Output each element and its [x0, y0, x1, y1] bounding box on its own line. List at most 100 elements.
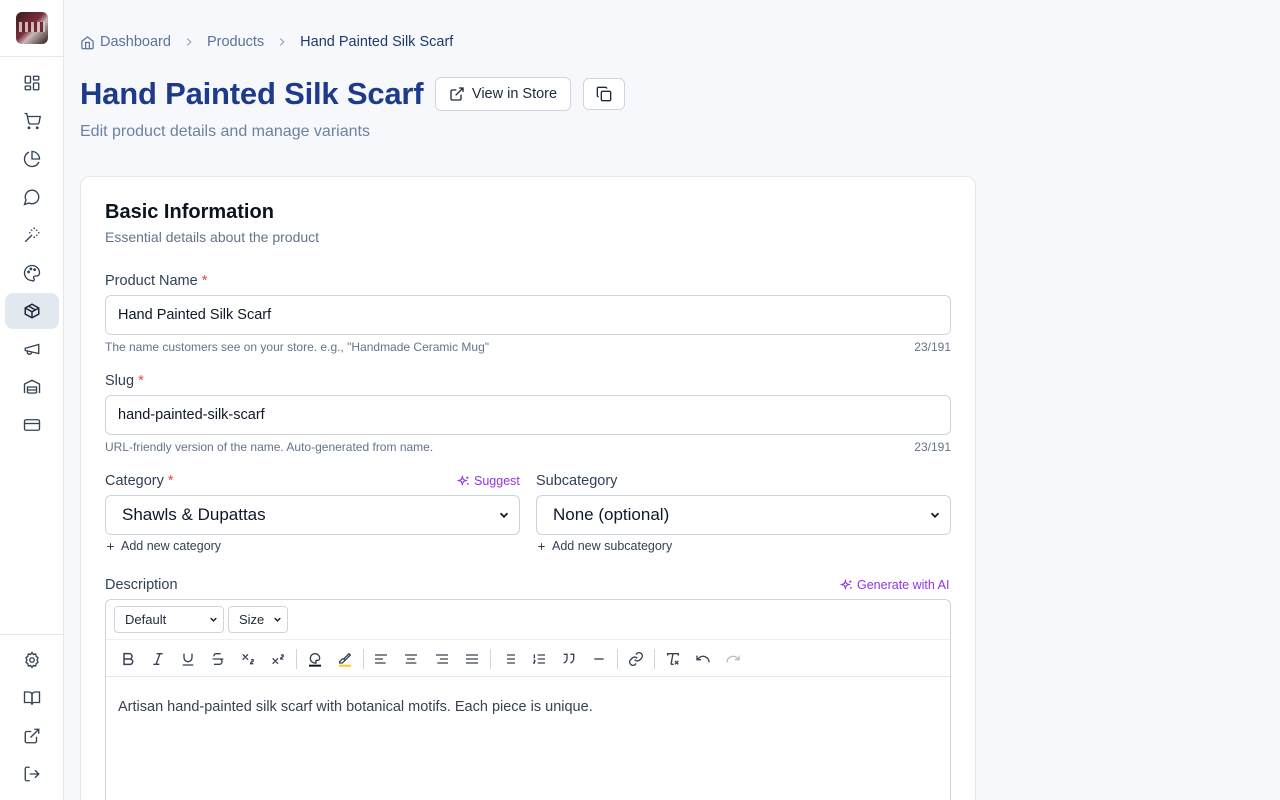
external-link-icon — [24, 728, 40, 744]
subcategory-select[interactable]: None (optional) — [536, 495, 951, 535]
undo-icon[interactable] — [694, 650, 712, 668]
toolbar-divider — [490, 649, 491, 669]
chevron-down-icon — [499, 512, 509, 518]
bold-icon[interactable] — [119, 650, 137, 668]
magic-wand-icon — [24, 227, 40, 243]
italic-icon[interactable] — [149, 650, 167, 668]
suggest-category-button[interactable]: Suggest — [457, 474, 520, 488]
highlight-icon[interactable] — [336, 650, 354, 668]
sparkles-icon — [457, 474, 469, 486]
product-name-hint: The name customers see on your store. e.… — [105, 340, 490, 354]
sidebar-item-logout[interactable] — [5, 756, 59, 792]
book-icon — [23, 691, 41, 705]
palette-icon — [23, 264, 41, 282]
sidebar-item-billing[interactable] — [5, 407, 59, 443]
chevron-right-icon — [275, 35, 289, 49]
package-icon — [24, 303, 40, 319]
sidebar-item-inventory[interactable] — [5, 369, 59, 405]
sidebar-divider — [0, 56, 64, 57]
add-subcategory-link[interactable]: Add new subcategory — [536, 539, 672, 553]
breadcrumb-products[interactable]: Products — [207, 34, 264, 50]
text-color-icon[interactable] — [306, 650, 324, 668]
category-select[interactable]: Shawls & Dupattas — [105, 495, 520, 535]
toolbar-divider — [654, 649, 655, 669]
card-title: Basic Information — [105, 201, 274, 223]
generate-with-ai-button[interactable]: Generate with AI — [840, 578, 949, 592]
breadcrumb-dashboard[interactable]: Dashboard — [80, 34, 171, 50]
add-category-link[interactable]: Add new category — [105, 539, 221, 553]
breadcrumb-dashboard-label: Dashboard — [100, 34, 171, 50]
sidebar-item-docs[interactable] — [5, 680, 59, 716]
horizontal-rule-icon[interactable] — [590, 650, 608, 668]
chevron-down-icon — [210, 617, 217, 622]
chevron-down-icon — [274, 617, 281, 622]
sidebar-item-marketing[interactable] — [5, 331, 59, 367]
product-name-label-text: Product Name — [105, 273, 198, 289]
size-select-value: Size — [239, 612, 265, 627]
description-label: Description — [105, 577, 178, 593]
required-mark: * — [201, 273, 208, 289]
plus-icon — [107, 542, 114, 550]
page-subtitle: Edit product details and manage variants — [80, 123, 370, 140]
sidebar-item-analytics[interactable] — [5, 141, 59, 177]
toolbar-divider — [617, 649, 618, 669]
align-justify-icon[interactable] — [463, 650, 481, 668]
size-select[interactable]: Size — [228, 606, 288, 633]
slug-label-text: Slug — [105, 373, 135, 389]
sidebar-item-products[interactable] — [5, 293, 59, 329]
page-title: Hand Painted Silk Scarf — [80, 76, 424, 111]
sidebar-item-orders[interactable] — [5, 103, 59, 139]
sidebar-item-ai-tools[interactable] — [5, 217, 59, 253]
editor-toolbar-actions — [106, 640, 950, 677]
slug-input[interactable] — [105, 395, 951, 435]
clear-format-icon[interactable] — [664, 650, 682, 668]
duplicate-button[interactable] — [583, 78, 625, 110]
card-subtitle: Essential details about the product — [105, 229, 320, 245]
subscript-icon[interactable] — [239, 650, 257, 668]
add-subcategory-label: Add new subcategory — [552, 539, 673, 553]
description-content[interactable]: Artisan hand-painted silk scarf with bot… — [118, 699, 593, 715]
cart-icon — [24, 112, 41, 130]
product-name-counter: 23/191 — [914, 340, 951, 354]
chevron-down-icon — [930, 512, 940, 518]
product-name-input[interactable] — [105, 295, 951, 335]
dashboard-icon — [24, 75, 40, 91]
warehouse-icon — [23, 379, 41, 394]
plus-icon — [538, 542, 545, 550]
font-select-value: Default — [125, 612, 167, 627]
strikethrough-icon[interactable] — [209, 650, 227, 668]
align-left-icon[interactable] — [372, 650, 390, 668]
bullet-list-icon[interactable] — [500, 650, 518, 668]
redo-icon[interactable] — [724, 650, 742, 668]
breadcrumb-current: Hand Painted Silk Scarf — [300, 34, 454, 50]
category-label-text: Category — [105, 473, 164, 489]
underline-icon[interactable] — [179, 650, 197, 668]
font-select[interactable]: Default — [114, 606, 224, 633]
breadcrumb: Dashboard Products Hand Painted Silk Sca… — [80, 33, 453, 51]
sidebar-item-settings[interactable] — [5, 642, 59, 678]
sidebar-item-messages[interactable] — [5, 179, 59, 215]
link-icon[interactable] — [627, 650, 645, 668]
view-in-store-label: View in Store — [471, 86, 558, 102]
align-right-icon[interactable] — [433, 650, 451, 668]
credit-card-icon — [23, 419, 41, 431]
slug-counter: 23/191 — [914, 440, 951, 454]
store-logo[interactable] — [16, 12, 48, 44]
generate-with-ai-label: Generate with AI — [857, 578, 950, 592]
view-in-store-button[interactable]: View in Store — [435, 77, 571, 111]
sidebar-item-theme[interactable] — [5, 255, 59, 291]
quote-icon[interactable] — [560, 650, 578, 668]
toolbar-divider — [363, 649, 364, 669]
message-icon — [23, 189, 40, 206]
sidebar-item-visit-store[interactable] — [5, 718, 59, 754]
suggest-label: Suggest — [474, 474, 520, 488]
pie-chart-icon — [23, 150, 41, 168]
external-link-icon — [450, 87, 464, 101]
basic-information-card: Basic Information Essential details abou… — [80, 176, 976, 800]
numbered-list-icon[interactable] — [530, 650, 548, 668]
superscript-icon[interactable] — [269, 650, 287, 668]
chevron-right-icon — [182, 35, 196, 49]
sidebar-item-dashboard[interactable] — [5, 65, 59, 101]
category-select-value: Shawls & Dupattas — [122, 505, 266, 524]
align-center-icon[interactable] — [402, 650, 420, 668]
